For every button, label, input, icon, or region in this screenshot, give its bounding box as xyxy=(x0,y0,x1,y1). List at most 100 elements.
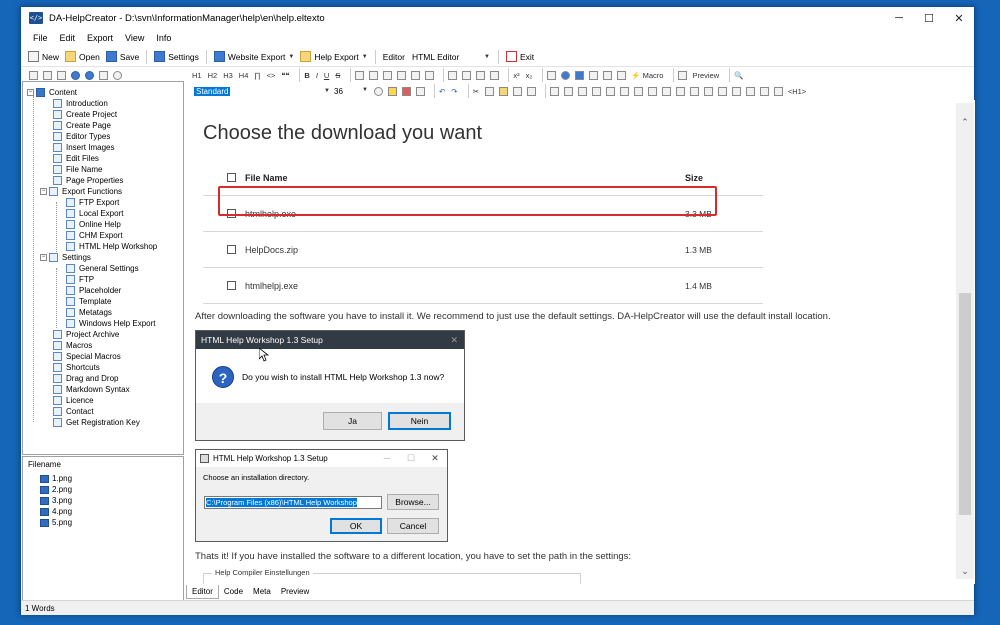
tree-item-export-functions[interactable]: − Export Functions xyxy=(40,186,122,197)
table-insert-icon[interactable] xyxy=(549,86,559,96)
tree-item-windows-help-export[interactable]: Windows Help Export xyxy=(66,318,155,329)
tree-item-online-help[interactable]: Online Help xyxy=(66,219,121,230)
table-fit-icon[interactable] xyxy=(773,86,783,96)
tree-item-get-registration-key[interactable]: Get Registration Key xyxy=(53,417,140,428)
align-right-icon[interactable] xyxy=(383,70,393,80)
tree-item-special-macros[interactable]: Special Macros xyxy=(53,351,121,362)
row-checkbox[interactable] xyxy=(227,281,236,290)
numbered-list-icon[interactable] xyxy=(425,70,435,80)
redo-icon[interactable]: ↷ xyxy=(451,87,457,96)
heading2-button[interactable]: H2 xyxy=(208,71,218,80)
collapse-icon[interactable]: − xyxy=(40,254,47,261)
tree-item-settings[interactable]: − Settings xyxy=(40,252,91,263)
clear-format-icon[interactable] xyxy=(374,86,383,96)
align-center-icon[interactable] xyxy=(369,70,379,80)
tree-item-ftp[interactable]: FTP xyxy=(66,274,94,285)
table-props-icon[interactable] xyxy=(675,86,685,96)
undo-icon[interactable]: ↶ xyxy=(439,87,445,96)
tree-item-chm-export[interactable]: CHM Export xyxy=(66,230,123,241)
tree-item-local-export[interactable]: Local Export xyxy=(66,208,123,219)
table-delete-icon[interactable] xyxy=(703,86,713,96)
tree-item-editor-types[interactable]: Editor Types xyxy=(53,131,110,142)
indent-icon[interactable] xyxy=(448,70,458,80)
tree-item-ftp-export[interactable]: FTP Export xyxy=(66,197,119,208)
files-panel[interactable]: Filename 1.png 2.png 3.png 4.png 5.png xyxy=(22,456,184,602)
menu-edit[interactable]: Edit xyxy=(54,33,82,43)
tree-item-markdown-syntax[interactable]: Markdown Syntax xyxy=(53,384,130,395)
tab-meta[interactable]: Meta xyxy=(248,585,276,599)
add-subpage-icon[interactable] xyxy=(43,70,52,80)
link-icon[interactable] xyxy=(547,70,557,80)
tab-editor[interactable]: Editor xyxy=(186,585,219,599)
preview-button[interactable]: Preview xyxy=(692,71,719,80)
cell-props-icon[interactable] xyxy=(689,86,699,96)
tree-item-template[interactable]: Template xyxy=(66,296,111,307)
heading1-button[interactable]: H1 xyxy=(192,71,202,80)
table-col-left-icon[interactable] xyxy=(591,86,601,96)
anchor-icon[interactable] xyxy=(589,70,599,80)
background-color-icon[interactable] xyxy=(416,86,425,96)
table-icon[interactable] xyxy=(476,70,486,80)
align-justify-icon[interactable] xyxy=(397,70,407,80)
table-delete-col-icon[interactable] xyxy=(633,86,643,96)
file-item[interactable]: 2.png xyxy=(40,484,72,495)
tree-item-edit-files[interactable]: Edit Files xyxy=(53,153,99,164)
table-header-icon[interactable] xyxy=(717,86,727,96)
copy-icon[interactable] xyxy=(484,86,494,96)
tab-code[interactable]: Code xyxy=(219,585,248,599)
save-button[interactable]: Save xyxy=(103,48,142,66)
tree-item-drag-and-drop[interactable]: Drag and Drop xyxy=(53,373,118,384)
table-align-icon[interactable] xyxy=(745,86,755,96)
style-select[interactable]: Standard ▼ xyxy=(194,85,330,97)
image-icon[interactable] xyxy=(575,70,585,80)
menu-view[interactable]: View xyxy=(119,33,150,43)
search-icon[interactable]: 🔍 xyxy=(734,71,743,80)
highlight-color-icon[interactable] xyxy=(388,86,397,96)
add-page-icon[interactable] xyxy=(29,70,38,80)
find-icon[interactable] xyxy=(526,86,536,96)
editor-type-select[interactable]: HTML Editor ▼ xyxy=(408,52,494,62)
delete-page-icon[interactable] xyxy=(57,70,66,80)
strikethrough-button[interactable]: S xyxy=(335,71,340,80)
table-border-icon[interactable] xyxy=(731,86,741,96)
code-button[interactable]: <> xyxy=(267,71,276,80)
special-char-icon[interactable] xyxy=(603,70,613,80)
tree-item-general-settings[interactable]: General Settings xyxy=(66,263,139,274)
heading3-button[interactable]: H3 xyxy=(223,71,233,80)
tree-item-file-name[interactable]: File Name xyxy=(53,164,102,175)
file-item[interactable]: 4.png xyxy=(40,506,72,517)
minimize-button[interactable]: ─ xyxy=(884,7,914,29)
website-export-button[interactable]: Website Export ▼ xyxy=(211,48,297,66)
underline-button[interactable]: U xyxy=(324,71,329,80)
subscript-button[interactable]: x₂ xyxy=(526,71,533,80)
globe-icon[interactable] xyxy=(561,70,571,80)
select-all-checkbox[interactable] xyxy=(227,173,236,182)
paste-icon[interactable] xyxy=(498,86,508,96)
files-column-header[interactable]: Filename xyxy=(28,460,61,469)
table-merge-icon[interactable] xyxy=(647,86,657,96)
table-row-above-icon[interactable] xyxy=(563,86,573,96)
collapse-icon[interactable]: − xyxy=(27,89,34,96)
tree-item-introduction[interactable]: Introduction xyxy=(53,98,108,109)
table-col-right-icon[interactable] xyxy=(605,86,615,96)
content-tree[interactable]: − Content Introduction Create Project Cre… xyxy=(22,81,184,455)
tree-item-project-archive[interactable]: Project Archive xyxy=(53,329,119,340)
outdent-icon[interactable] xyxy=(462,70,472,80)
tree-item-metatags[interactable]: Metatags xyxy=(66,307,112,318)
tree-item-create-page[interactable]: Create Page xyxy=(53,120,111,131)
table-delete-row-icon[interactable] xyxy=(619,86,629,96)
exit-button[interactable]: Exit xyxy=(503,48,537,66)
file-item[interactable]: 5.png xyxy=(40,517,72,528)
move-up-icon[interactable] xyxy=(71,70,80,80)
bullet-list-icon[interactable] xyxy=(411,70,421,80)
italic-button[interactable]: I xyxy=(316,71,318,80)
tree-item-macros[interactable]: Macros xyxy=(53,340,92,351)
bold-button[interactable]: B xyxy=(304,71,309,80)
tree-item-shortcuts[interactable]: Shortcuts xyxy=(53,362,100,373)
menu-info[interactable]: Info xyxy=(150,33,177,43)
help-export-button[interactable]: Help Export ▼ xyxy=(297,48,370,66)
cut-icon[interactable]: ✂ xyxy=(473,87,479,96)
tree-item-html-help-workshop[interactable]: HTML Help Workshop xyxy=(66,241,157,252)
collapse-icon[interactable]: − xyxy=(40,188,47,195)
menu-export[interactable]: Export xyxy=(81,33,119,43)
